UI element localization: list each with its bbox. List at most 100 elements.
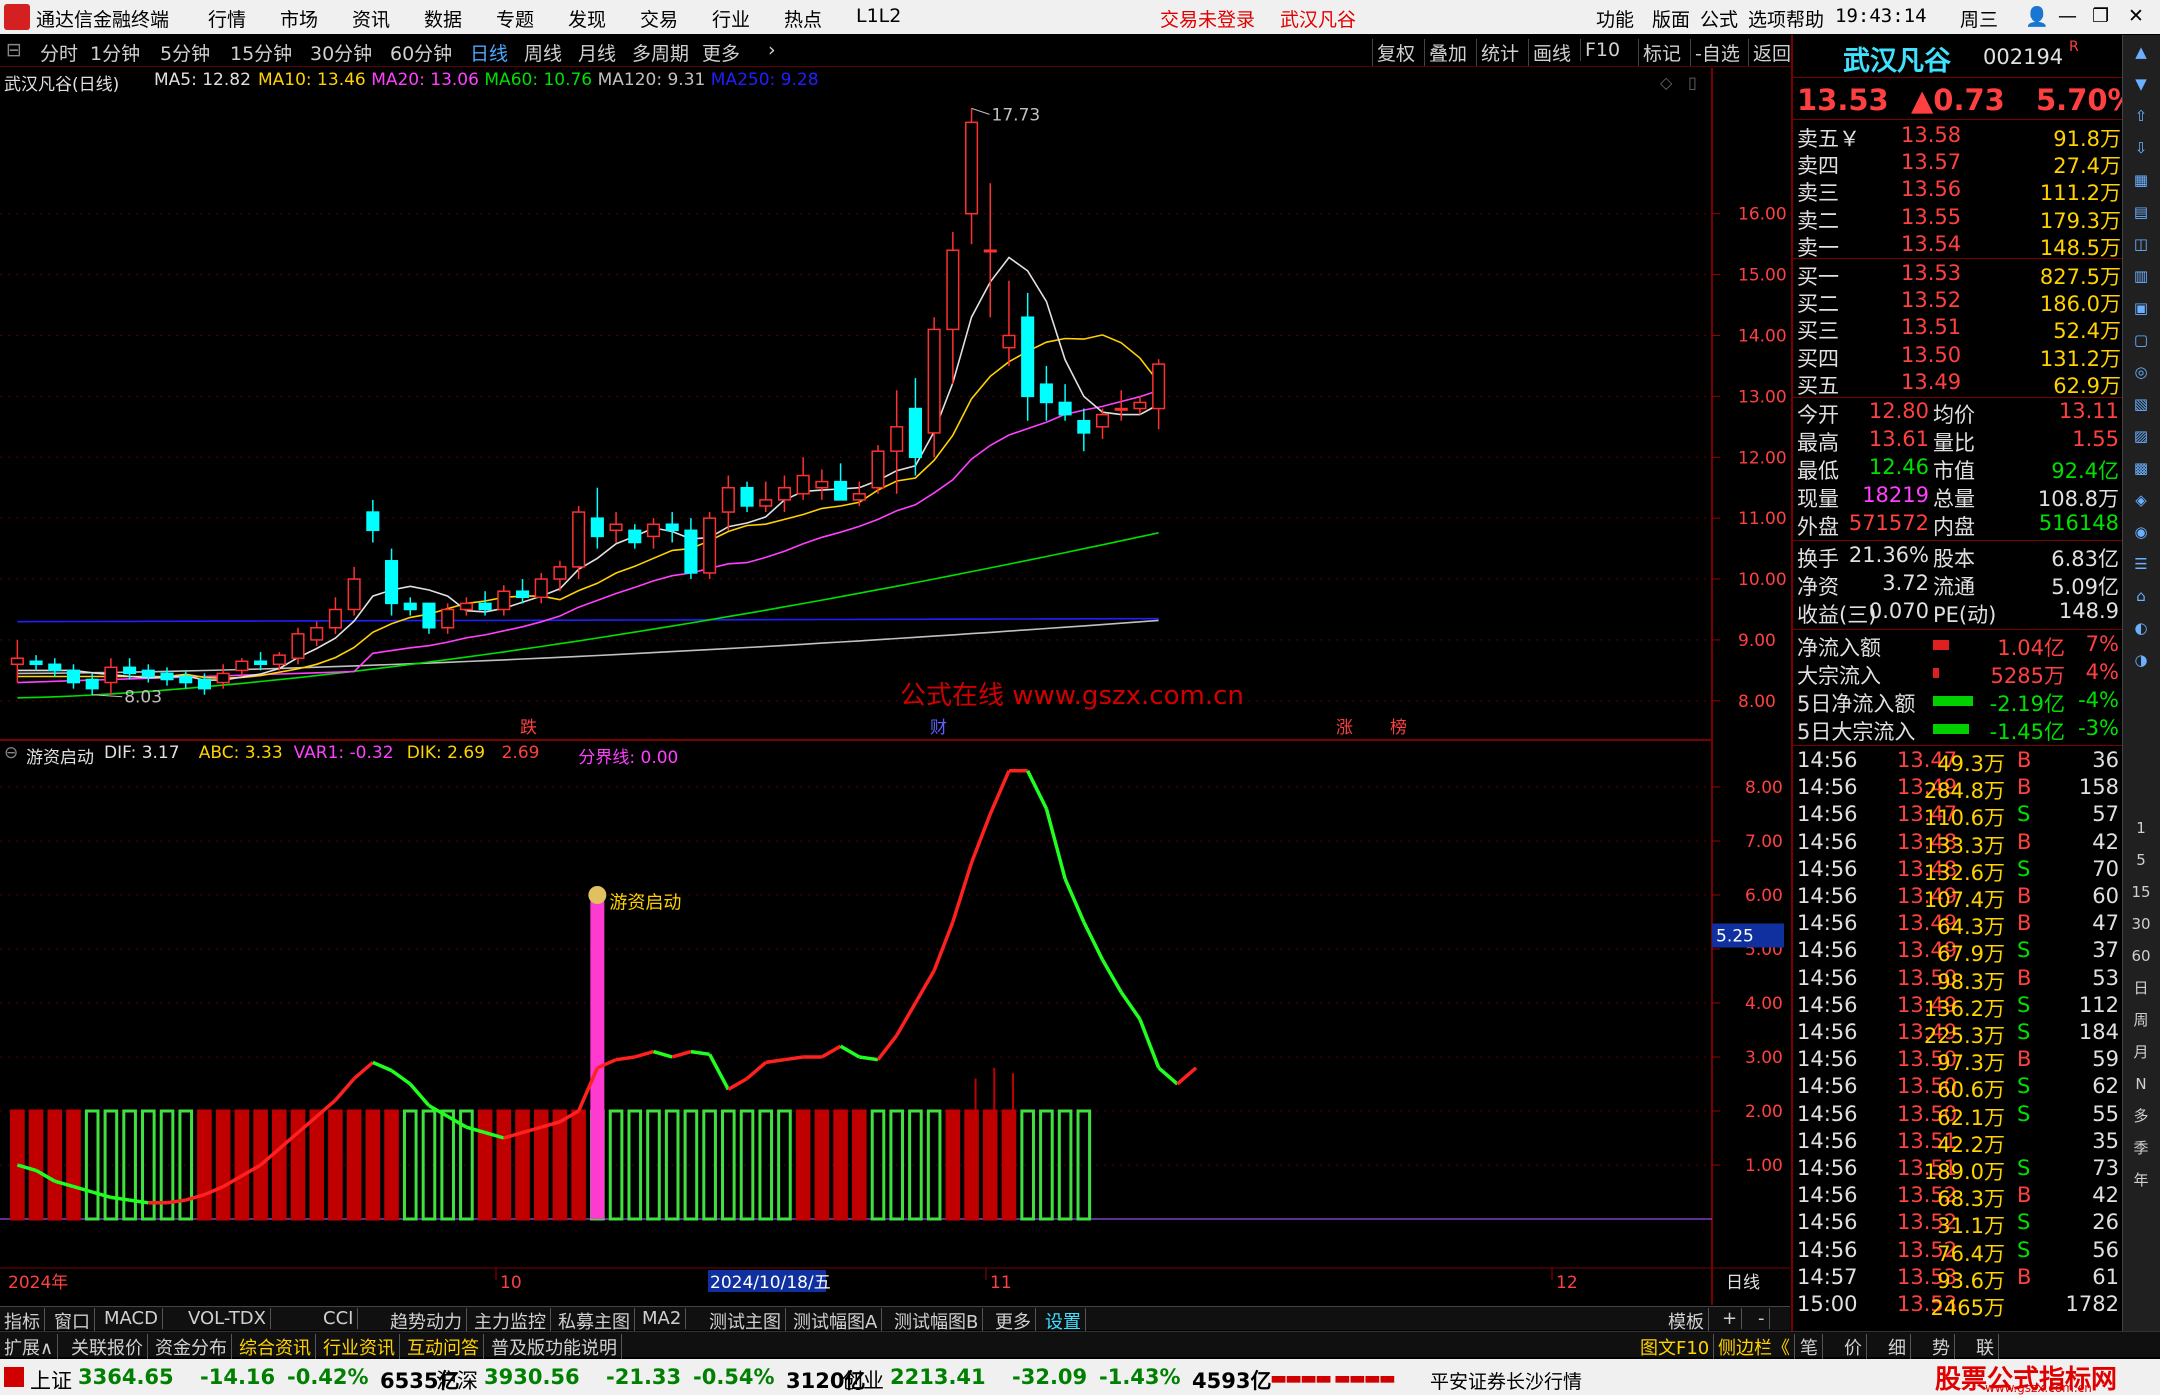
sidebar-tool-icon[interactable]: ◉: [2127, 519, 2155, 545]
bids-row[interactable]: 买一 13.53 827.5万: [1793, 261, 2123, 289]
sidebar-period-7[interactable]: 月: [2127, 1039, 2155, 1065]
stock-tab[interactable]: 武汉凡谷: [1280, 5, 1356, 32]
sidebar-period-1[interactable]: 5: [2127, 847, 2155, 873]
info-tab-9[interactable]: 笔: [1800, 1334, 1823, 1360]
right-menu-4[interactable]: 帮助: [1786, 5, 1824, 32]
info-tab-10[interactable]: 价: [1844, 1334, 1867, 1360]
info-tab-1[interactable]: 关联报价: [71, 1334, 148, 1360]
menu-2[interactable]: 资讯: [352, 5, 390, 32]
login-status[interactable]: 交易未登录: [1160, 5, 1255, 32]
menu-9[interactable]: L1L2: [856, 5, 901, 27]
panel-toggle-icon[interactable]: ⊟: [6, 39, 22, 61]
menu-1[interactable]: 市场: [280, 5, 318, 32]
sidebar-tool-icon[interactable]: ▢: [2127, 327, 2155, 353]
sidebar-tool-icon[interactable]: ◎: [2127, 359, 2155, 385]
index-name[interactable]: 沪深: [436, 1365, 478, 1395]
sidebar-period-9[interactable]: 多: [2127, 1103, 2155, 1129]
sidebar-tool-icon[interactable]: ⌂: [2127, 583, 2155, 609]
sidebar-tool-icon[interactable]: ▲: [2127, 39, 2155, 65]
sub-indicator-icon[interactable]: ⊖: [4, 743, 18, 763]
sidebar-period-10[interactable]: 季: [2127, 1135, 2155, 1161]
right-menu-1[interactable]: 版面: [1652, 5, 1690, 32]
info-tab-3[interactable]: 综合资讯: [239, 1334, 316, 1360]
info-tab-8[interactable]: 侧边栏《: [1718, 1334, 1795, 1360]
info-tab-0[interactable]: 扩展∧: [4, 1334, 59, 1360]
sidebar-tool-icon[interactable]: ▼: [2127, 71, 2155, 97]
period-10[interactable]: 更多: [702, 39, 740, 66]
chart-tool-3[interactable]: 画线: [1528, 39, 1571, 66]
sidebar-tool-icon[interactable]: ▨: [2127, 423, 2155, 449]
sidebar-period-2[interactable]: 15: [2127, 879, 2155, 905]
period-4[interactable]: 30分钟: [310, 39, 372, 66]
bids-row[interactable]: 买五 13.49 62.9万: [1793, 370, 2123, 398]
right-menu-2[interactable]: 公式: [1700, 5, 1738, 32]
sidebar-tool-icon[interactable]: ◐: [2127, 615, 2155, 641]
period-3[interactable]: 15分钟: [230, 39, 292, 66]
menu-6[interactable]: 交易: [640, 5, 678, 32]
chart-tool-1[interactable]: 叠加: [1424, 39, 1467, 66]
sidebar-tool-icon[interactable]: ☰: [2127, 551, 2155, 577]
indicator-tab-4[interactable]: CCI: [323, 1308, 359, 1329]
period-9[interactable]: 多周期: [632, 39, 689, 66]
sidebar-period-0[interactable]: 1: [2127, 815, 2155, 841]
sidebar-tool-icon[interactable]: ▥: [2127, 263, 2155, 289]
info-tab-7[interactable]: 图文F10: [1640, 1334, 1715, 1360]
period-5[interactable]: 60分钟: [390, 39, 452, 66]
close-icon[interactable]: ✕: [2128, 5, 2144, 27]
bids-row[interactable]: 买三 13.51 52.4万: [1793, 315, 2123, 343]
sidebar-tool-icon[interactable]: ▣: [2127, 295, 2155, 321]
period-1[interactable]: 1分钟: [90, 39, 140, 66]
sidebar-tool-icon[interactable]: ◑: [2127, 647, 2155, 673]
bids-row[interactable]: 买二 13.52 186.0万: [1793, 288, 2123, 316]
sidebar-tool-icon[interactable]: ◈: [2127, 487, 2155, 513]
chart-tool-7[interactable]: 返回: [1748, 39, 1791, 66]
indicator-tab-2[interactable]: MACD: [104, 1308, 163, 1329]
sidebar-tool-icon[interactable]: ▧: [2127, 391, 2155, 417]
asks-row[interactable]: 卖四 13.57 27.4万: [1793, 150, 2123, 178]
more-chevron-icon[interactable]: ›: [768, 39, 776, 61]
asks-row[interactable]: 卖一 13.54 148.5万: [1793, 232, 2123, 260]
sidebar-period-6[interactable]: 周: [2127, 1007, 2155, 1033]
menu-5[interactable]: 发现: [568, 5, 606, 32]
chart-tool-6[interactable]: -自选: [1690, 39, 1740, 66]
asks-row[interactable]: 卖二 13.55 179.3万: [1793, 205, 2123, 233]
index-name[interactable]: 上证: [30, 1365, 72, 1395]
menu-8[interactable]: 热点: [784, 5, 822, 32]
info-tab-12[interactable]: 势: [1932, 1334, 1955, 1360]
chart-tool-0[interactable]: 复权: [1372, 39, 1415, 66]
sidebar-tool-icon[interactable]: ⇧: [2127, 103, 2155, 129]
info-tab-4[interactable]: 行业资讯: [323, 1334, 400, 1360]
sidebar-period-4[interactable]: 60: [2127, 943, 2155, 969]
sidebar-period-8[interactable]: N: [2127, 1071, 2155, 1097]
asks-row[interactable]: 卖五￥ 13.58 91.8万: [1793, 123, 2123, 151]
minimize-icon[interactable]: —: [2058, 5, 2077, 27]
chart-tool-5[interactable]: 标记: [1638, 39, 1681, 66]
right-menu-3[interactable]: 选项: [1748, 5, 1786, 32]
period-2[interactable]: 5分钟: [160, 39, 210, 66]
sidebar-tool-icon[interactable]: ▩: [2127, 455, 2155, 481]
bids-row[interactable]: 买四 13.50 131.2万: [1793, 343, 2123, 371]
sidebar-tool-icon[interactable]: ▦: [2127, 167, 2155, 193]
info-tab-11[interactable]: 细: [1888, 1334, 1911, 1360]
period-7[interactable]: 周线: [524, 39, 562, 66]
info-tab-6[interactable]: 普及版功能说明: [491, 1334, 622, 1360]
restore-icon[interactable]: ❐: [2092, 5, 2109, 27]
period-8[interactable]: 月线: [578, 39, 616, 66]
menu-4[interactable]: 专题: [496, 5, 534, 32]
sidebar-period-11[interactable]: 年: [2127, 1167, 2155, 1193]
menu-3[interactable]: 数据: [424, 5, 462, 32]
user-icon[interactable]: 👤: [2025, 5, 2049, 28]
sidebar-period-5[interactable]: 日: [2127, 975, 2155, 1001]
indicator-tab-16[interactable]: -: [1758, 1308, 1770, 1329]
menu-0[interactable]: 行情: [208, 5, 246, 32]
indicator-tab-8[interactable]: MA2: [642, 1308, 687, 1329]
sidebar-tool-icon[interactable]: ⇩: [2127, 135, 2155, 161]
chart-tool-4[interactable]: F10: [1580, 39, 1620, 61]
sidebar-tool-icon[interactable]: ▤: [2127, 199, 2155, 225]
indicator-tab-3[interactable]: VOL-TDX: [188, 1308, 271, 1329]
menu-7[interactable]: 行业: [712, 5, 750, 32]
chart-tool-2[interactable]: 统计: [1476, 39, 1519, 66]
asks-row[interactable]: 卖三 13.56 111.2万: [1793, 177, 2123, 205]
chart-area[interactable]: 16.00 15.00 14.00 13.00 12.00 11.00 10.00 9.00 8…: [0, 68, 1790, 1305]
info-tab-5[interactable]: 互动问答: [407, 1334, 484, 1360]
